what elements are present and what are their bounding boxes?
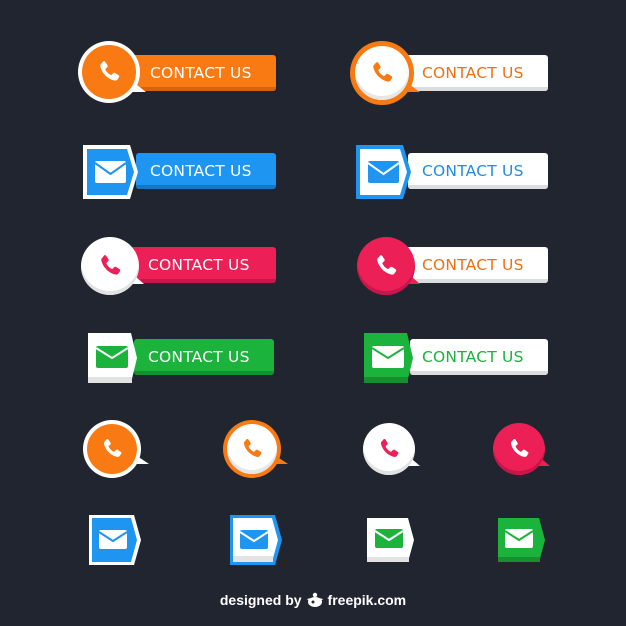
mail-badge xyxy=(88,333,137,383)
footer-credit: designed by freepik.com xyxy=(0,592,626,608)
button-bar: CONTACT US xyxy=(408,153,548,189)
small-mail-green-outline[interactable] xyxy=(366,517,418,565)
mail-badge xyxy=(83,145,138,199)
phone-icon xyxy=(100,437,124,461)
mail-badge xyxy=(364,333,413,383)
phone-icon xyxy=(240,437,264,461)
button-label: CONTACT US xyxy=(150,162,252,180)
button-bar: CONTACT US xyxy=(136,153,276,189)
mail-icon xyxy=(375,529,403,548)
phone-icon xyxy=(97,253,123,279)
mail-icon xyxy=(505,529,533,548)
mail-badge xyxy=(356,145,411,199)
phone-icon xyxy=(377,437,401,461)
phone-badge xyxy=(78,41,140,103)
button-label: CONTACT US xyxy=(422,348,524,366)
small-mail-blue-filled[interactable] xyxy=(88,514,144,566)
phone-icon xyxy=(507,437,531,461)
button-bar: CONTACT US xyxy=(406,247,548,283)
phone-badge xyxy=(350,41,414,105)
mail-icon xyxy=(240,530,268,549)
button-bar: CONTACT US xyxy=(130,55,276,91)
button-label: CONTACT US xyxy=(422,162,524,180)
footer-prefix: designed by xyxy=(219,592,302,608)
button-bar: CONTACT US xyxy=(134,339,274,375)
phone-icon xyxy=(369,60,395,86)
mail-icon xyxy=(99,530,127,549)
button-bar: CONTACT US xyxy=(130,247,276,283)
mail-icon xyxy=(368,161,399,183)
footer-brand[interactable]: freepik.com xyxy=(328,592,407,608)
phone-icon xyxy=(96,59,122,85)
button-label: CONTACT US xyxy=(150,64,252,82)
phone-icon xyxy=(373,253,399,279)
button-label: CONTACT US xyxy=(148,256,250,274)
phone-badge xyxy=(357,237,415,295)
button-label: CONTACT US xyxy=(422,256,524,274)
button-label: CONTACT US xyxy=(148,348,250,366)
button-bar: CONTACT US xyxy=(402,55,548,91)
phone-badge xyxy=(81,237,139,295)
small-mail-green-filled[interactable] xyxy=(497,517,549,565)
freepik-logo-icon xyxy=(306,592,323,607)
mail-icon xyxy=(95,161,126,183)
small-mail-blue-outline[interactable] xyxy=(229,514,285,566)
button-bar: CONTACT US xyxy=(410,339,548,375)
button-label: CONTACT US xyxy=(422,64,524,82)
